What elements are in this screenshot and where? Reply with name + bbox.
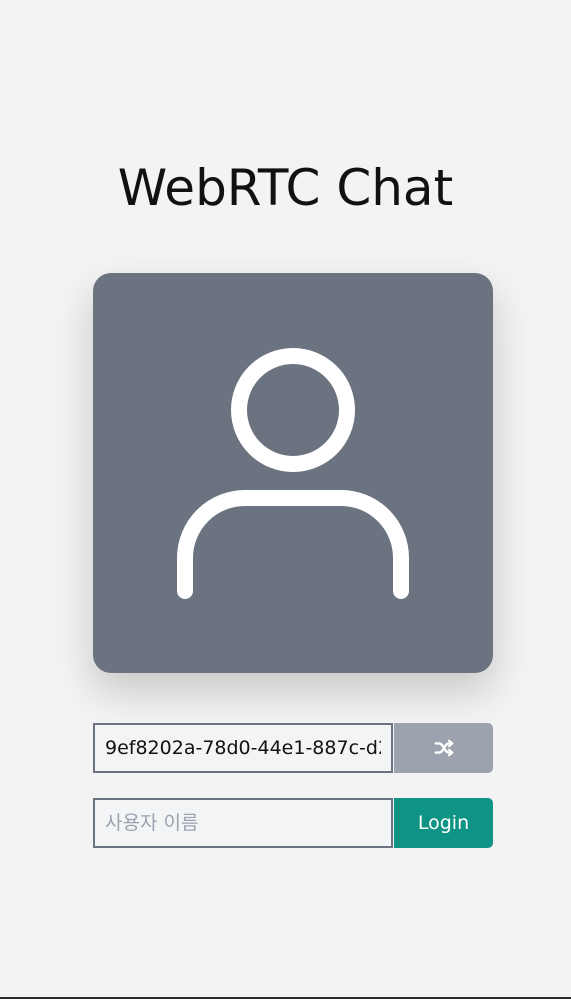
username-field[interactable] xyxy=(93,798,393,848)
page-title: WebRTC Chat xyxy=(117,159,454,217)
username-row: Login xyxy=(93,798,493,848)
peer-id-row xyxy=(93,723,493,773)
shuffle-icon xyxy=(434,739,453,757)
avatar xyxy=(93,273,493,673)
user-icon xyxy=(177,348,409,599)
peer-id-field[interactable] xyxy=(93,723,393,773)
shuffle-button[interactable] xyxy=(394,723,493,773)
login-button[interactable]: Login xyxy=(394,798,493,848)
